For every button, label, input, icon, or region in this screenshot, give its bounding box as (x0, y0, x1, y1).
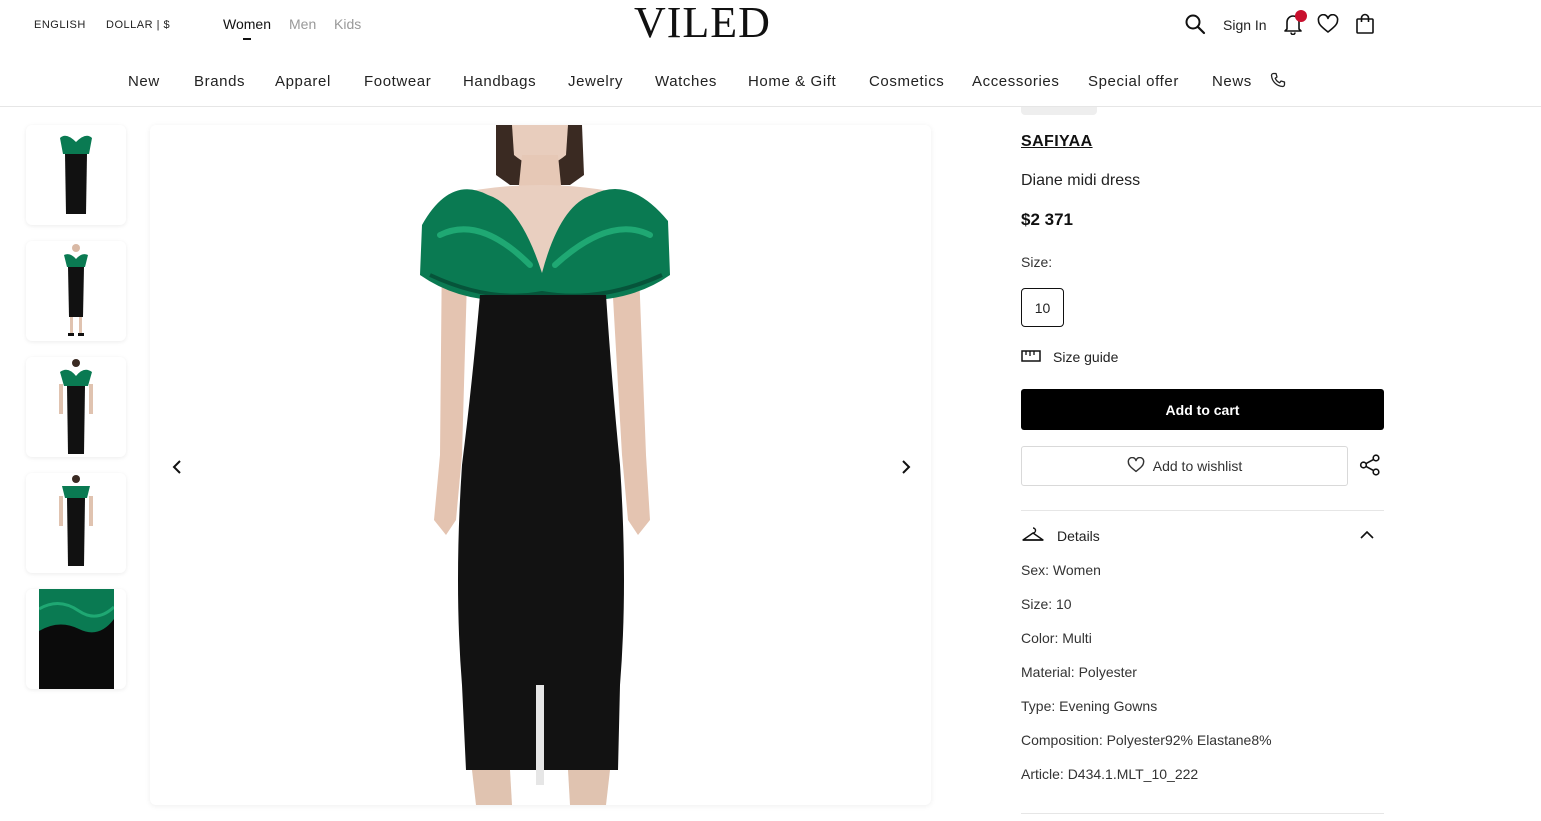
nav-item-watches[interactable]: Watches (655, 73, 717, 90)
details-accordion-header[interactable]: Details (1021, 525, 1384, 547)
sign-in-link[interactable]: Sign In (1223, 17, 1267, 33)
chevron-up-icon[interactable] (1359, 527, 1375, 543)
thumbnail-5[interactable] (26, 589, 126, 689)
chevron-right-icon[interactable] (896, 457, 916, 477)
main-navigation: New Brands Apparel Footwear Handbags Jew… (0, 56, 1541, 107)
search-icon[interactable] (1183, 12, 1207, 36)
divider (1021, 510, 1384, 511)
nav-item-brands[interactable]: Brands (194, 73, 245, 90)
nav-item-cosmetics[interactable]: Cosmetics (869, 73, 944, 90)
nav-item-handbags[interactable]: Handbags (463, 73, 536, 90)
share-icon[interactable] (1358, 453, 1382, 477)
thumbnail-4[interactable] (26, 473, 126, 573)
size-label: Size: (1021, 254, 1053, 270)
detail-size: Size: 10 (1021, 596, 1072, 612)
detail-composition: Composition: Polyester92% Elastane8% (1021, 732, 1272, 748)
detail-sex: Sex: Women (1021, 562, 1101, 578)
nav-item-special-offer[interactable]: Special offer (1088, 73, 1179, 90)
hanger-icon (1021, 526, 1045, 546)
bag-icon[interactable] (1353, 12, 1377, 36)
nav-item-new[interactable]: New (128, 73, 160, 90)
gender-tab-men[interactable]: Men (289, 16, 316, 32)
main-product-image[interactable] (150, 125, 931, 805)
size-guide-link[interactable]: Size guide (1021, 349, 1118, 365)
product-name: Diane midi dress (1021, 172, 1141, 189)
nav-item-accessories[interactable]: Accessories (972, 73, 1059, 90)
dress-thumbnail-image (60, 135, 92, 214)
details-title: Details (1057, 528, 1100, 544)
add-to-wishlist-label: Add to wishlist (1152, 458, 1243, 474)
nav-item-news[interactable]: News (1212, 73, 1252, 90)
model-thumbnail-image (64, 244, 88, 336)
placeholder-bar (1021, 107, 1097, 115)
add-to-wishlist-button[interactable]: Add to wishlist (1021, 446, 1348, 486)
detail-color: Color: Multi (1021, 630, 1092, 646)
nav-item-apparel[interactable]: Apparel (275, 73, 331, 90)
add-to-cart-button[interactable]: Add to cart (1021, 389, 1384, 430)
divider (1021, 813, 1384, 814)
gender-tab-kids[interactable]: Kids (334, 16, 361, 32)
product-price: $2 371 (1021, 210, 1073, 229)
brand-link[interactable]: SAFIYAA (1021, 133, 1093, 151)
detail-article: Article: D434.1.MLT_10_222 (1021, 766, 1199, 782)
heart-icon[interactable] (1316, 12, 1340, 36)
heart-icon (1127, 456, 1145, 476)
nav-item-home-gift[interactable]: Home & Gift (748, 73, 836, 90)
logo[interactable]: VILED (634, 0, 771, 46)
size-guide-label: Size guide (1053, 349, 1119, 365)
detail-type: Type: Evening Gowns (1021, 698, 1158, 714)
size-option-10[interactable]: 10 (1021, 288, 1064, 327)
thumbnail-3[interactable] (26, 357, 126, 457)
dress-photo (420, 125, 670, 805)
model-thumbnail-image (59, 359, 93, 454)
model-back-thumbnail-image (59, 475, 93, 566)
gender-tab-women[interactable]: Women (223, 16, 271, 40)
fabric-detail-thumbnail-image (38, 589, 114, 689)
notification-badge (1295, 10, 1307, 22)
nav-item-footwear[interactable]: Footwear (364, 73, 431, 90)
thumbnail-1[interactable] (26, 125, 126, 225)
chevron-left-icon[interactable] (167, 457, 187, 477)
top-bar: ENGLISH DOLLAR | $ Women Men Kids VILED … (0, 0, 1541, 56)
nav-item-jewelry[interactable]: Jewelry (568, 73, 623, 90)
language-selector[interactable]: ENGLISH (34, 19, 86, 31)
phone-icon[interactable] (1270, 72, 1286, 92)
currency-selector[interactable]: DOLLAR | $ (106, 19, 170, 31)
detail-material: Material: Polyester (1021, 664, 1137, 680)
thumbnail-2[interactable] (26, 241, 126, 341)
ruler-icon (1021, 349, 1041, 365)
